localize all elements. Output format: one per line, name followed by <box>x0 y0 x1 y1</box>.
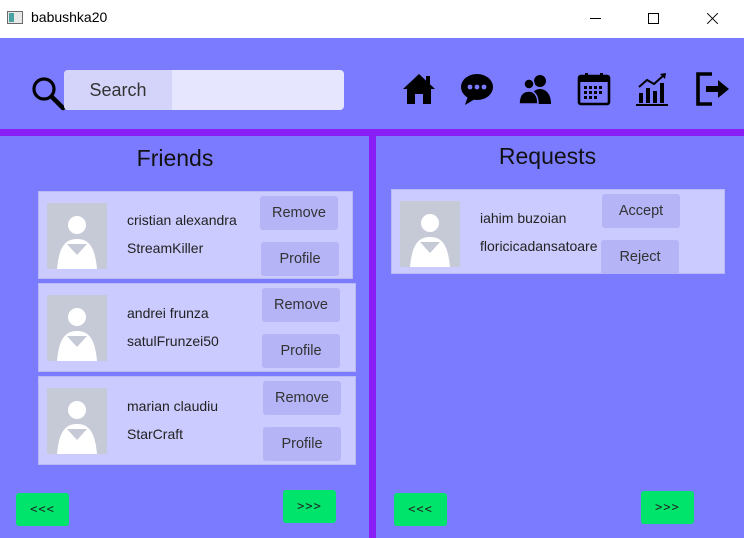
friend-name: marian claudiu <box>127 398 219 414</box>
search-box: Search <box>64 70 344 110</box>
remove-button[interactable]: Remove <box>263 381 341 415</box>
request-name: iahim buzoian <box>480 210 567 226</box>
friend-name: andrei frunza <box>127 305 209 321</box>
avatar <box>47 388 107 454</box>
requests-next-button[interactable]: >>> <box>641 491 694 524</box>
header-divider <box>0 129 744 136</box>
maximize-button[interactable] <box>630 0 676 37</box>
avatar <box>47 295 107 361</box>
minimize-icon <box>589 18 601 19</box>
calendar-icon[interactable] <box>576 71 612 107</box>
search-label: Search <box>64 70 172 110</box>
header-bar: Search <box>0 38 744 129</box>
app-icon <box>7 11 23 24</box>
chat-icon[interactable] <box>459 71 495 107</box>
friend-username: StreamKiller <box>127 240 204 256</box>
request-username: floricicadansatoare <box>480 238 598 254</box>
search-input[interactable] <box>174 72 340 108</box>
close-button[interactable] <box>689 0 735 37</box>
logout-icon[interactable] <box>694 71 730 107</box>
remove-button[interactable]: Remove <box>260 196 338 230</box>
friend-username: satulFrunzei50 <box>127 333 219 349</box>
window-title: babushka20 <box>31 9 108 25</box>
friend-username: StarCraft <box>127 426 184 442</box>
friend-name: cristian alexandra <box>127 212 237 228</box>
maximize-icon <box>647 13 659 24</box>
app-area: Search Friends cristian alexandra Stream… <box>0 38 744 538</box>
panel-divider <box>369 136 376 538</box>
requests-title: Requests <box>498 143 597 169</box>
avatar <box>400 201 460 267</box>
requests-prev-button[interactable]: <<< <box>394 493 447 526</box>
profile-button[interactable]: Profile <box>262 334 340 368</box>
close-icon <box>706 12 719 25</box>
profile-button[interactable]: Profile <box>263 427 341 461</box>
friends-next-button[interactable]: >>> <box>283 490 336 523</box>
friends-title: Friends <box>136 145 214 171</box>
accept-button[interactable]: Accept <box>602 194 680 228</box>
avatar <box>47 203 107 269</box>
profile-button[interactable]: Profile <box>261 242 339 276</box>
remove-button[interactable]: Remove <box>262 288 340 322</box>
reject-button[interactable]: Reject <box>601 240 679 274</box>
stats-icon[interactable] <box>634 71 670 107</box>
friends-icon[interactable] <box>517 71 553 107</box>
request-card: iahim buzoian floricicadansatoare Accept… <box>391 189 725 274</box>
friends-prev-button[interactable]: <<< <box>16 493 69 526</box>
window-titlebar: babushka20 <box>0 0 744 37</box>
minimize-button[interactable] <box>572 0 618 37</box>
home-icon[interactable] <box>401 71 437 107</box>
search-icon[interactable] <box>30 75 66 111</box>
friend-card: cristian alexandra StreamKiller Remove P… <box>38 191 353 279</box>
friend-card: andrei frunza satulFrunzei50 Remove Prof… <box>38 283 356 372</box>
friend-card: marian claudiu StarCraft Remove Profile <box>38 376 356 465</box>
